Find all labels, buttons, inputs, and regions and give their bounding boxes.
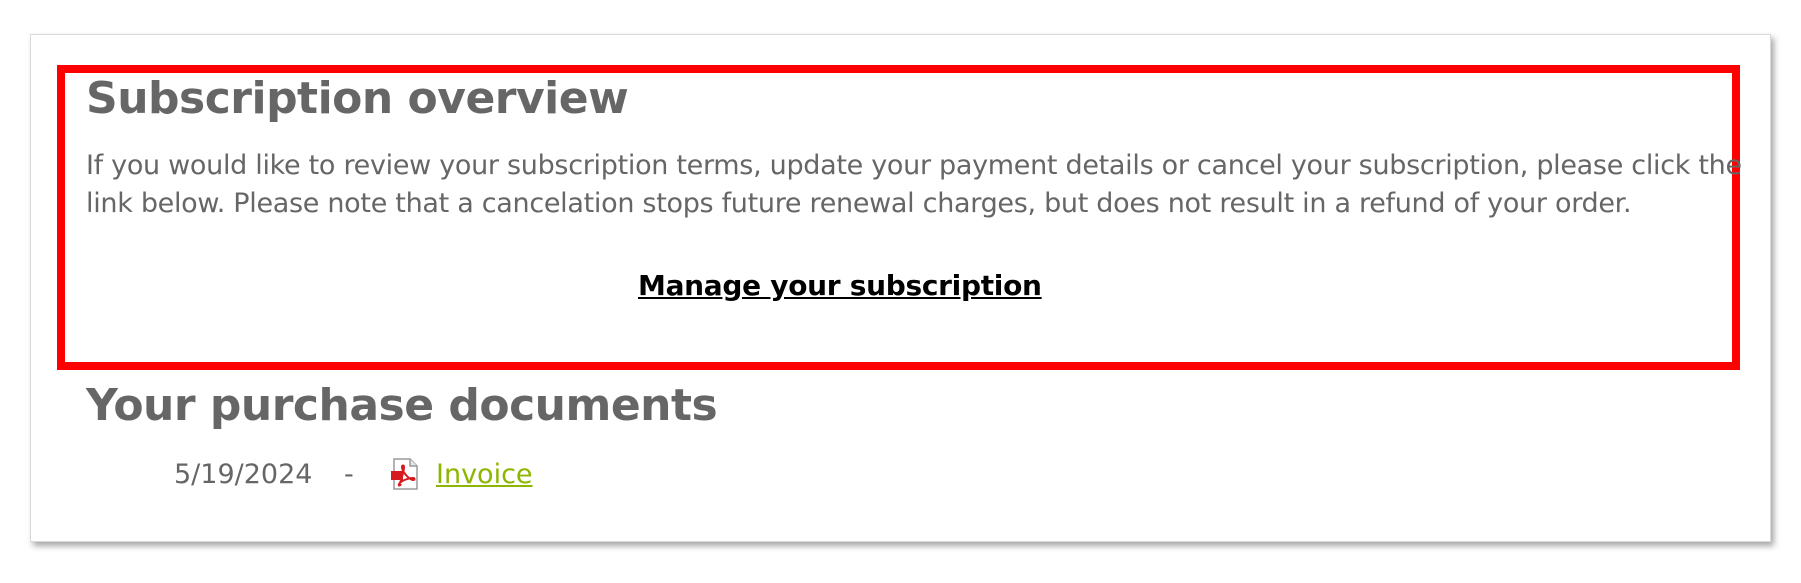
subscription-description: If you would like to review your subscri… [86,150,1742,219]
purchase-documents-title: Your purchase documents [86,380,718,431]
document-separator: - [344,458,354,490]
subscription-overview-title: Subscription overview [86,73,629,124]
document-row: 5/19/2024 - Invoice [174,457,533,491]
manage-subscription-link[interactable]: Manage your subscription [638,269,1042,302]
document-date: 5/19/2024 [174,458,313,490]
invoice-link[interactable]: Invoice [436,459,533,490]
subscription-card: Subscription overview If you would like … [30,34,1771,542]
pdf-icon[interactable] [388,457,422,491]
pdf-icon-graphic [391,458,418,490]
